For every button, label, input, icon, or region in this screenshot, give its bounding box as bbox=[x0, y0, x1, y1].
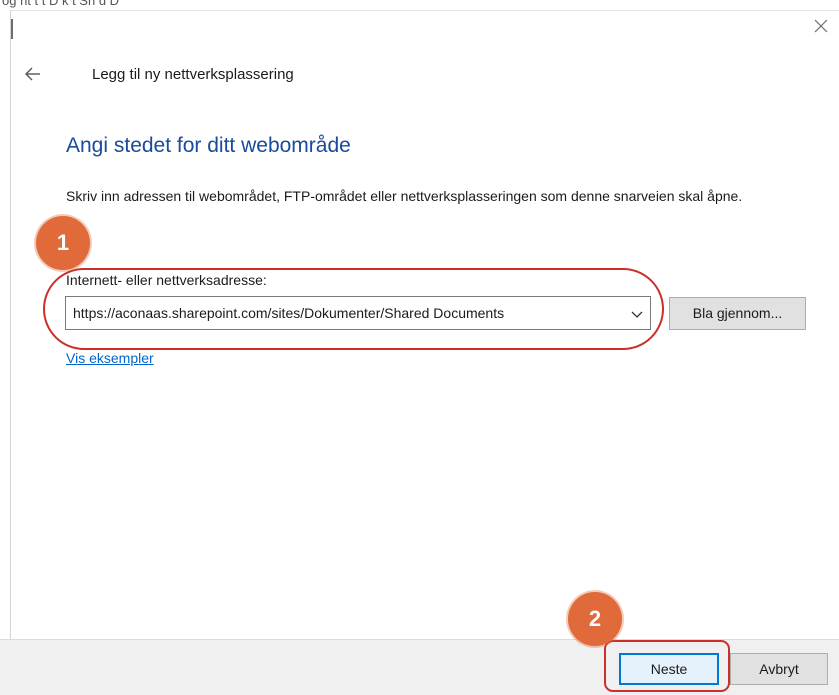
cancel-button[interactable]: Avbryt bbox=[730, 653, 828, 685]
chevron-down-icon bbox=[631, 311, 643, 318]
close-icon bbox=[814, 19, 828, 33]
background-window-text: ög nt t t D k t Sh d D bbox=[2, 0, 120, 8]
dialog-left-edge bbox=[11, 19, 13, 39]
address-input[interactable]: https://aconaas.sharepoint.com/sites/Dok… bbox=[65, 296, 651, 330]
dropdown-toggle[interactable] bbox=[630, 307, 644, 321]
address-value: https://aconaas.sharepoint.com/sites/Dok… bbox=[73, 305, 505, 321]
next-button[interactable]: Neste bbox=[619, 653, 719, 685]
step-2-badge: 2 bbox=[568, 592, 622, 646]
description-text: Skriv inn adressen til webområdet, FTP-o… bbox=[66, 188, 743, 204]
arrow-left-icon bbox=[25, 67, 40, 81]
step-1-badge: 1 bbox=[36, 216, 90, 270]
browse-button[interactable]: Bla gjennom... bbox=[669, 297, 806, 330]
page-heading: Angi stedet for ditt webområde bbox=[66, 134, 351, 157]
address-label: Internett- eller nettverksadresse: bbox=[66, 272, 267, 288]
screen: ög nt t t D k t Sh d D Legg til ny nettv… bbox=[0, 0, 839, 695]
dialog-title: Legg til ny nettverksplassering bbox=[92, 66, 294, 83]
back-button[interactable] bbox=[20, 61, 46, 87]
close-button[interactable] bbox=[802, 11, 839, 41]
show-examples-link[interactable]: Vis eksempler bbox=[66, 350, 154, 366]
